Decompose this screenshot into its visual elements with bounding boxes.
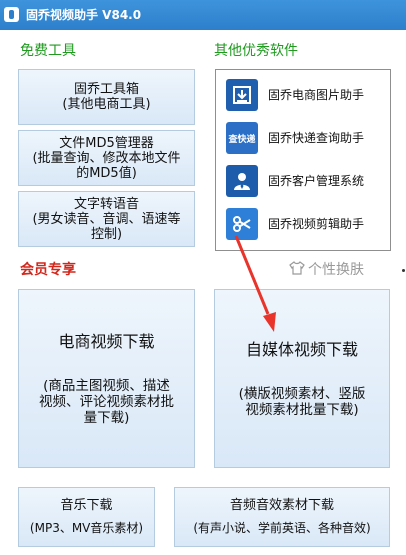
title-bar[interactable]: 固乔视频助手 V84.0 [0,0,406,30]
customer-icon [226,165,258,197]
audio-effects-download-button[interactable]: 音频音效素材下载 (有声小说、学前英语、各种音效) [174,487,390,547]
software-item-video-editor[interactable]: 固乔视频剪辑助手 [226,205,386,243]
scissors-icon [226,208,258,240]
other-software-list: 固乔电商图片助手 查快递 固乔快递查询助手 固乔客户管理系统 固乔视频剪辑助手 [215,69,391,251]
software-label: 固乔电商图片助手 [268,88,365,102]
toolbox-button-label: 固乔工具箱 [73,82,139,97]
member-label: 会员专享 [20,262,76,278]
skin-change-label: 个性换肤 [308,262,364,278]
music-download-button[interactable]: 音乐下载 (MP3、MV音乐素材) [18,487,155,547]
skin-change-link[interactable]: 个性换肤 [289,261,364,279]
software-item-express-helper[interactable]: 查快递 固乔快递查询助手 [226,119,386,157]
md5-button-sub: (批量查询、修改本地文件 [32,150,181,166]
audio-download-sub: (有声小说、学前英语、各种音效) [193,521,371,535]
toolbox-button[interactable]: 固乔工具箱 (其他电商工具) [18,69,195,125]
text-to-speech-button[interactable]: 文字转语音 (男女读音、音调、语速等 控制) [18,191,195,247]
selfmedia-video-download-button[interactable]: 自媒体视频下载 (横版视频素材、竖版 视频素材批量下载) [214,289,390,468]
other-software-label: 其他优秀软件 [214,43,298,59]
express-icon: 查快递 [226,122,258,154]
music-download-title: 音乐下载 [60,498,113,513]
ecommerce-download-title: 电商视频下载 [58,331,155,351]
window-title: 固乔视频助手 V84.0 [26,8,142,22]
tts-button-sub: (男女读音、音调、语速等 [32,211,181,227]
app-icon [4,7,19,22]
download-icon [226,79,258,111]
toolbox-button-sub: (其他电商工具) [62,97,151,112]
free-tools-label: 免费工具 [20,43,76,59]
md5-button-sub2: 的MD5值) [76,165,137,181]
software-label: 固乔视频剪辑助手 [268,217,365,231]
software-item-customer-system[interactable]: 固乔客户管理系统 [226,162,386,200]
audio-download-title: 音频音效素材下载 [229,498,334,513]
ecommerce-video-download-button[interactable]: 电商视频下载 (商品主图视频、描述 视频、评论视频素材批 量下载) [18,289,195,468]
md5-manager-button[interactable]: 文件MD5管理器 (批量查询、修改本地文件 的MD5值) [18,130,195,186]
software-label: 固乔快递查询助手 [268,131,365,145]
selfmedia-download-sub: 视频素材批量下载) [245,401,359,418]
software-label: 固乔客户管理系统 [268,174,365,188]
tts-button-label: 文字转语音 [73,196,139,212]
tts-button-sub2: 控制) [90,226,123,242]
shirt-icon [289,261,305,275]
ecommerce-download-sub: 量下载) [83,409,130,426]
ecommerce-download-sub: 视频、评论视频素材批 [39,393,174,410]
edge-dot [402,269,405,272]
software-item-image-helper[interactable]: 固乔电商图片助手 [226,76,386,114]
music-download-sub: (MP3、MV音乐素材) [29,521,144,535]
md5-button-label: 文件MD5管理器 [59,135,154,151]
ecommerce-download-sub: (商品主图视频、描述 [43,377,170,394]
selfmedia-download-title: 自媒体视频下载 [245,339,358,359]
selfmedia-download-sub: (横版视频素材、竖版 [238,385,366,402]
